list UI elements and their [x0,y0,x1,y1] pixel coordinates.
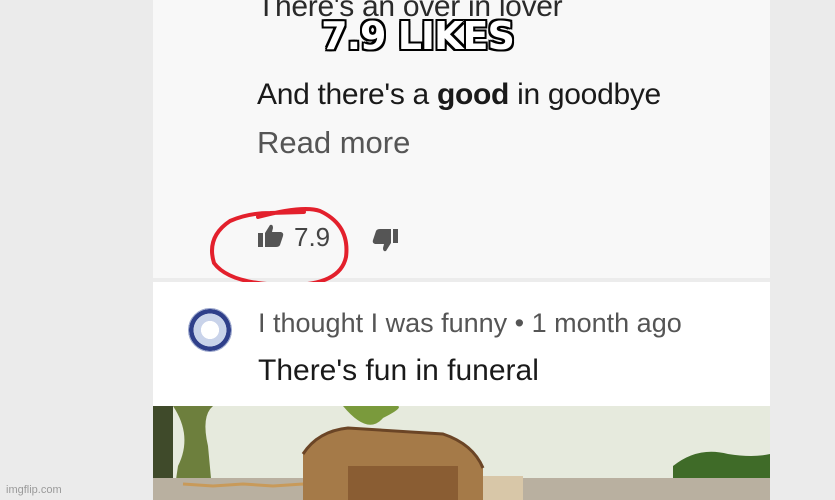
comment-line-2: And there's a good in goodbye [257,78,661,112]
thumbs-down-icon[interactable] [372,228,398,252]
avatar[interactable] [188,308,232,352]
meme-caption: 7.9 LIKES [321,14,515,58]
right-margin [770,0,835,500]
red-circle-annotation [210,207,349,287]
comment-line-2-end: in goodbye [509,78,661,111]
coffin-photo [153,406,770,500]
read-more-link[interactable]: Read more [257,125,410,161]
comment-line-2-bold: good [436,78,510,111]
watermark: imgflip.com [6,484,62,496]
comment-author-meta: I thought I was funny • 1 month ago [258,308,682,338]
comment-text: There's fun in funeral [258,354,539,387]
comment-line-2-start: And there's a [257,78,437,111]
left-margin [0,0,153,500]
